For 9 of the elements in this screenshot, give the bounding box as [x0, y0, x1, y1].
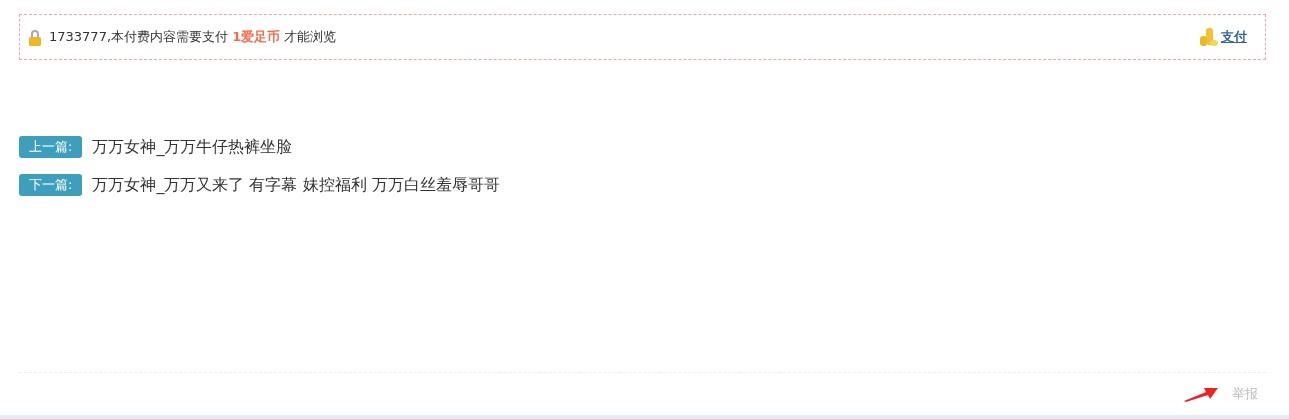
coins-icon [1199, 27, 1219, 47]
paywall-message: 1733777,本付费内容需要支付 1爱足币 才能浏览 [49, 28, 338, 46]
nav-label: 上一篇: [19, 136, 83, 158]
post-link[interactable]: 万万女神_万万牛仔热裤坐脸 [92, 136, 293, 158]
pay-link[interactable]: 支付 [1221, 28, 1247, 46]
post-link[interactable]: 万万女神_万万又来了 有字幕 妹控福利 万万白丝羞辱哥哥 [92, 174, 500, 196]
lock-icon [27, 28, 43, 46]
nav-label: 下一篇: [19, 174, 83, 196]
arrow-icon [1184, 386, 1218, 402]
